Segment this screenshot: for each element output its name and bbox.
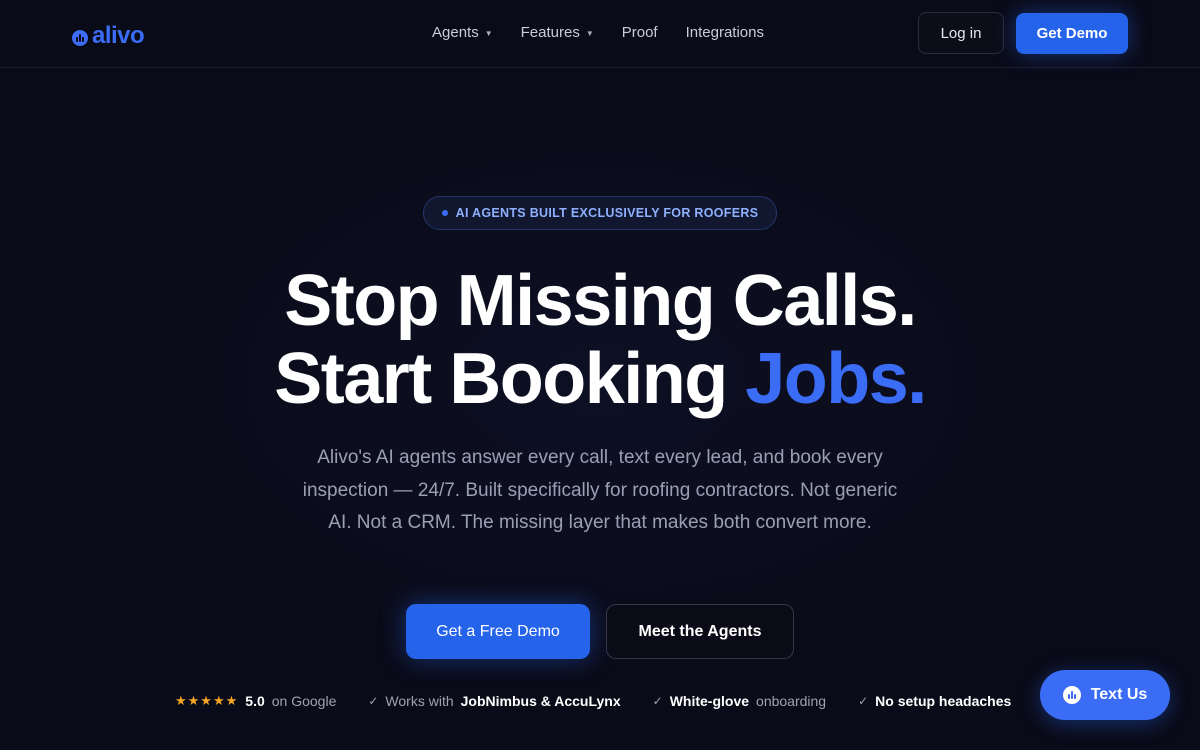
trust-rating: ★★★★★ 5.0 on Google xyxy=(175,693,336,709)
free-demo-button[interactable]: Get a Free Demo xyxy=(406,604,590,659)
hero-badge-text: AI AGENTS BUILT EXCLUSIVELY FOR ROOFERS xyxy=(455,206,759,220)
nav-link-agents[interactable]: Agents ▼ xyxy=(432,24,493,41)
nav-link-integrations[interactable]: Integrations xyxy=(686,24,764,41)
logo-text: alivo xyxy=(92,22,145,49)
dot-icon xyxy=(441,210,448,216)
trust-onboarding: ✓ White-glove onboarding xyxy=(653,693,826,709)
caret-down-icon: ▼ xyxy=(484,29,493,38)
check-icon: ✓ xyxy=(652,694,663,708)
meet-agents-button[interactable]: Meet the Agents xyxy=(606,604,794,659)
trust-setup: ✓ No setup headaches xyxy=(858,693,1011,709)
check-icon: ✓ xyxy=(368,694,379,708)
caret-down-icon: ▼ xyxy=(585,29,594,38)
nav-link-proof[interactable]: Proof xyxy=(622,24,658,41)
login-button[interactable]: Log in xyxy=(918,12,1004,54)
nav-link-label: Features xyxy=(520,24,580,41)
get-demo-button[interactable]: Get Demo xyxy=(1016,13,1128,54)
logo[interactable]: alivo xyxy=(72,22,145,50)
headline-line-2-prefix: Start Booking xyxy=(274,339,746,419)
text-us-button[interactable]: Text Us xyxy=(1040,670,1170,720)
nav-link-label: Integrations xyxy=(685,24,764,41)
hero-subtitle: Alivo's AI agents answer every call, tex… xyxy=(302,447,898,533)
page: alivo Agents ▼ Features ▼ Proof Integrat… xyxy=(0,0,1200,750)
text-us-label: Text Us xyxy=(1090,686,1148,703)
nav-link-features[interactable]: Features ▼ xyxy=(521,24,594,41)
trust-integrations-prefix: Works with xyxy=(385,693,454,709)
rating-source: on Google xyxy=(271,693,337,709)
headline-line-2: Start Booking Jobs. xyxy=(0,340,1200,418)
trust-bar: ★★★★★ 5.0 on Google ✓ Works with JobNimb… xyxy=(175,690,1011,712)
top-nav: alivo Agents ▼ Features ▼ Proof Integrat… xyxy=(0,0,1200,68)
nav-link-label: Proof xyxy=(621,24,658,41)
nav-links: Agents ▼ Features ▼ Proof Integrations xyxy=(432,24,764,41)
trust-onboarding-strong: White-glove xyxy=(669,693,750,709)
headline-accent: Jobs. xyxy=(745,339,927,419)
check-icon: ✓ xyxy=(858,694,869,708)
star-rating-icon: ★★★★★ xyxy=(175,693,239,708)
hero-badge: AI AGENTS BUILT EXCLUSIVELY FOR ROOFERS xyxy=(423,196,777,230)
trust-integrations: ✓ Works with JobNimbus & AccuLynx xyxy=(368,693,620,709)
chat-bubble-icon xyxy=(1062,686,1081,704)
trust-onboarding-suffix: onboarding xyxy=(756,693,827,709)
nav-link-label: Agents xyxy=(432,24,479,41)
logo-mark-icon xyxy=(72,30,88,46)
trust-setup-strong: No setup headaches xyxy=(875,693,1012,709)
hero-headline: Stop Missing Calls. Start Booking Jobs. xyxy=(0,262,1200,418)
headline-line-1: Stop Missing Calls. xyxy=(284,261,917,341)
trust-integrations-names: JobNimbus & AccuLynx xyxy=(460,693,621,709)
rating-value: 5.0 xyxy=(245,693,265,709)
